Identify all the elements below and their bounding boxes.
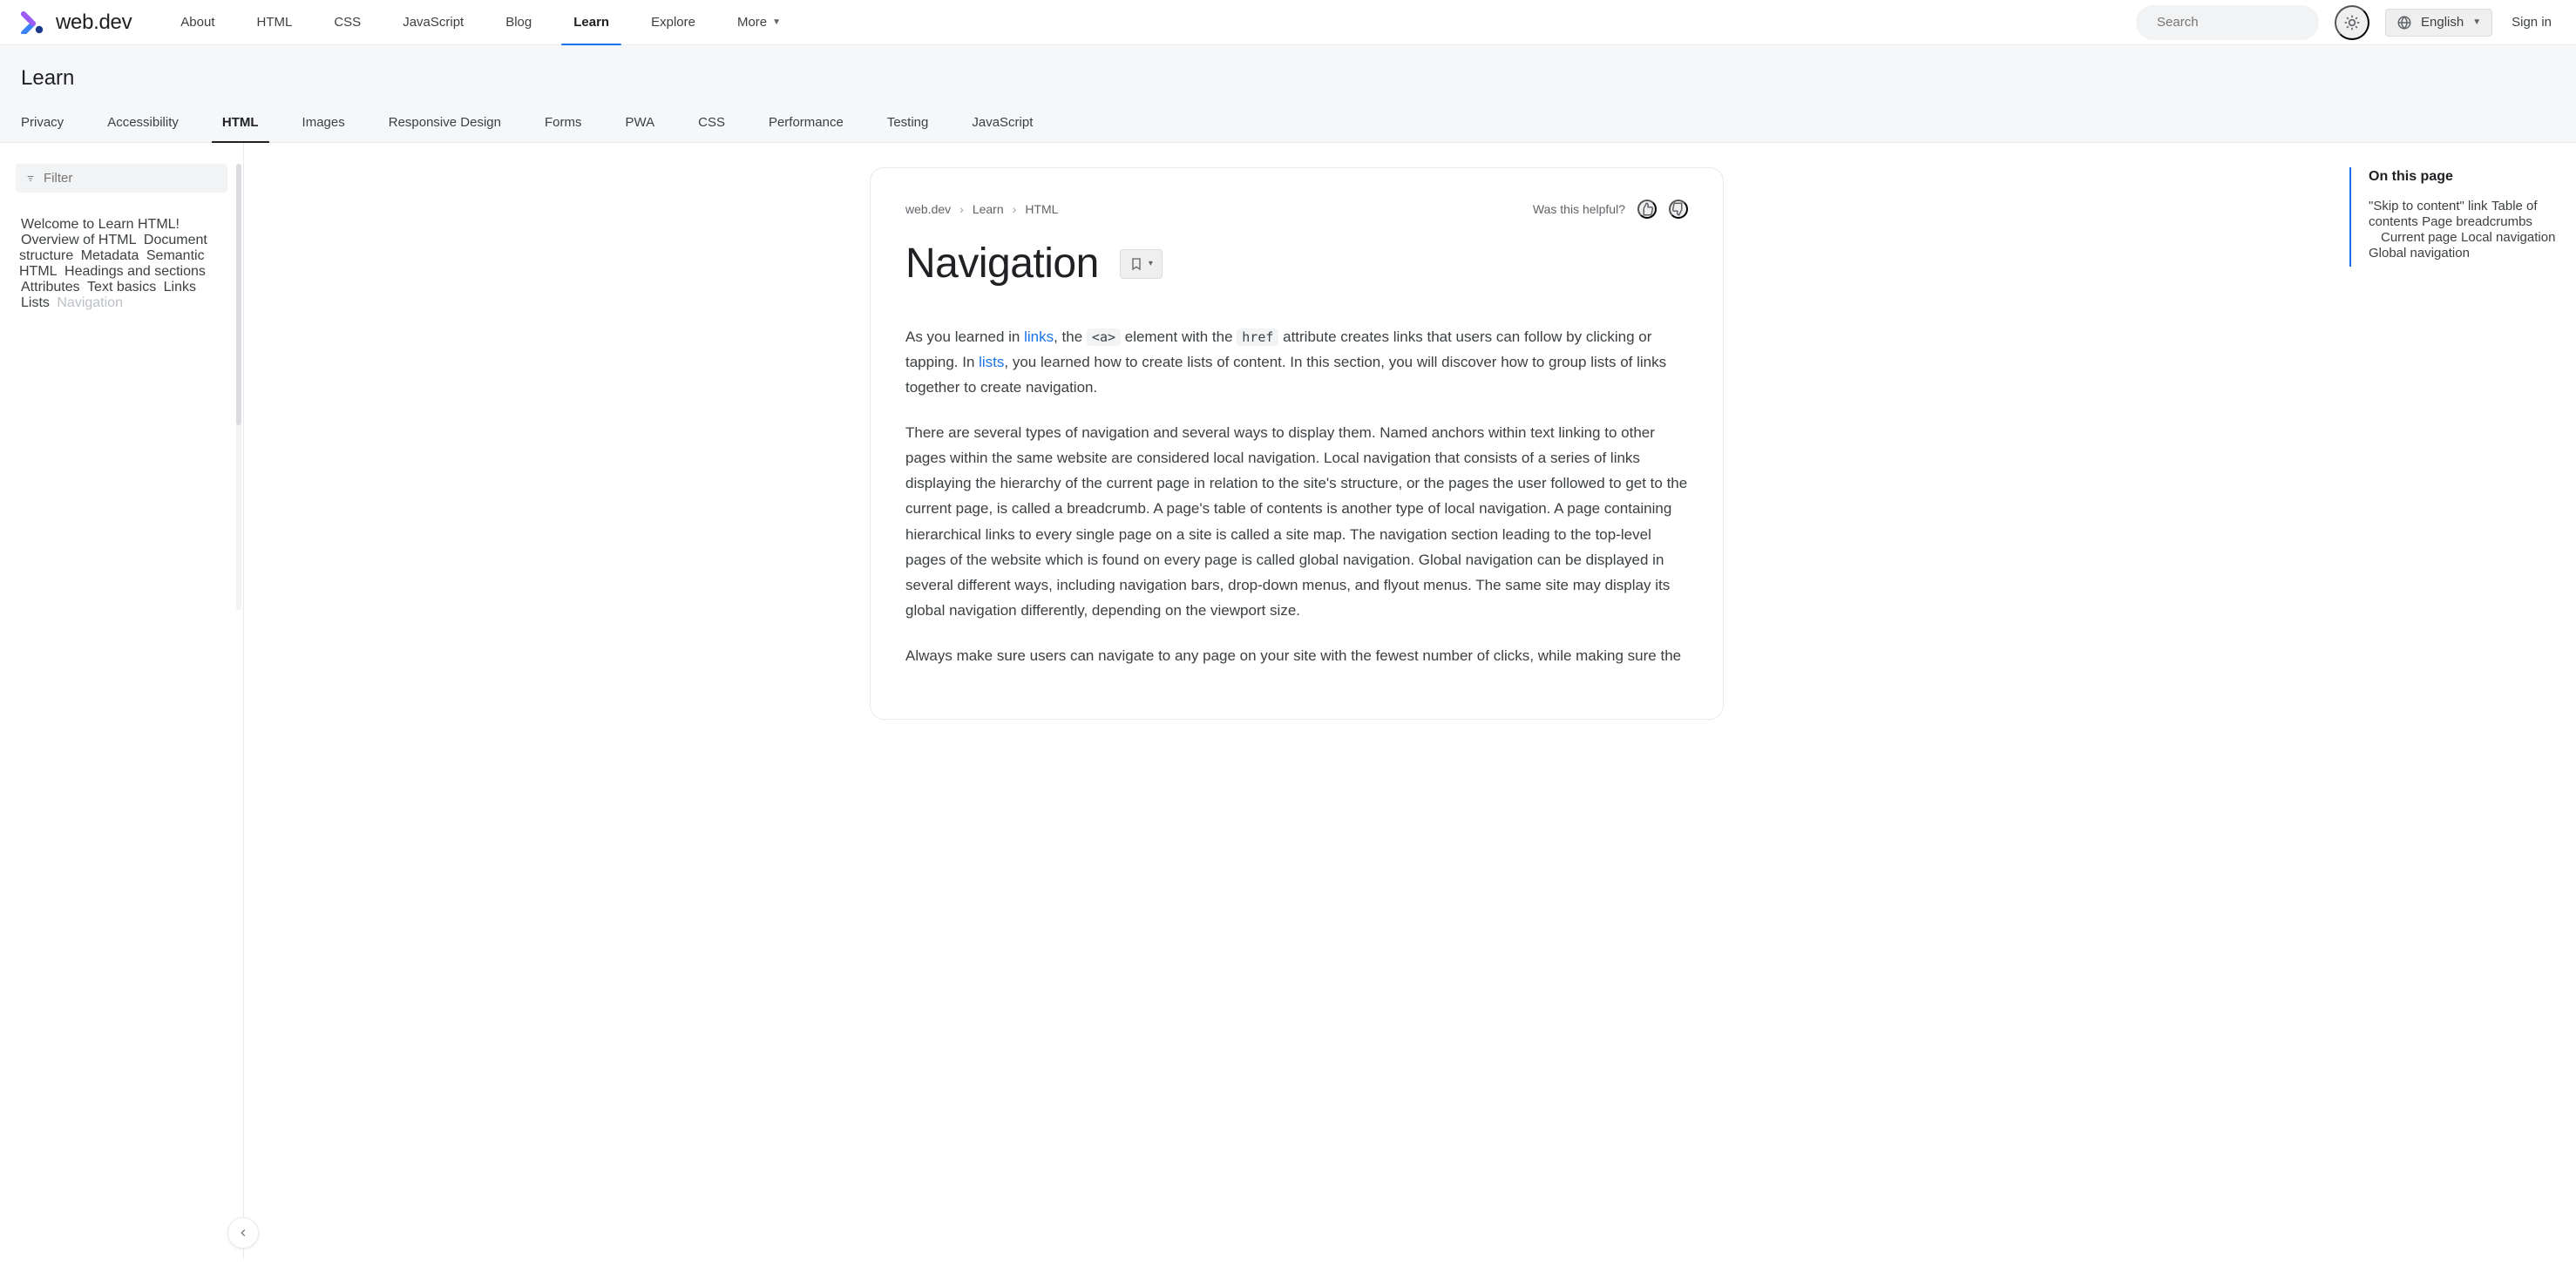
nav-learn[interactable]: Learn <box>573 0 609 44</box>
topbar: web.dev About HTML CSS JavaScript Blog L… <box>0 0 2576 45</box>
nav-about[interactable]: About <box>180 0 214 44</box>
sidebar-scrollbar[interactable] <box>236 164 241 610</box>
chevron-right-icon: › <box>1013 202 1017 216</box>
chevron-right-icon: › <box>959 202 964 216</box>
thumbs-down-icon <box>1671 201 1686 217</box>
nav-more-label: More <box>737 15 767 30</box>
thumbs-up-button[interactable] <box>1637 200 1657 219</box>
top-nav: About HTML CSS JavaScript Blog Learn Exp… <box>180 0 2129 44</box>
toc-title: On this page <box>2369 169 2559 185</box>
link-links[interactable]: links <box>1024 328 1054 345</box>
code-a-tag: <a> <box>1087 328 1121 346</box>
chevron-down-icon: ▾ <box>1149 259 1153 268</box>
toc-item-local-nav[interactable]: Local navigation <box>2461 221 2555 254</box>
tab-html[interactable]: HTML <box>222 115 259 142</box>
tab-pwa[interactable]: PWA <box>625 115 654 142</box>
sidebar-item[interactable]: Links <box>162 271 198 303</box>
nav-html[interactable]: HTML <box>257 0 293 44</box>
sidebar-item[interactable]: Lists <box>19 287 51 319</box>
brand-link[interactable]: web.dev <box>21 10 132 35</box>
sidebar-collapse-button[interactable] <box>227 1217 259 1249</box>
paragraph: Always make sure users can navigate to a… <box>905 643 1688 668</box>
chevron-down-icon: ▼ <box>772 17 781 27</box>
sign-in-link[interactable]: Sign in <box>2508 15 2555 30</box>
article-body: As you learned in links, the <a> element… <box>905 324 1688 668</box>
crumb-learn[interactable]: Learn <box>973 202 1004 216</box>
tab-forms[interactable]: Forms <box>545 115 582 142</box>
search-input[interactable] <box>2157 15 2330 30</box>
nav-css[interactable]: CSS <box>334 0 361 44</box>
link-lists[interactable]: lists <box>979 354 1004 370</box>
right-toc: On this page "Skip to content" link Tabl… <box>2349 143 2576 1259</box>
tab-responsive-design[interactable]: Responsive Design <box>389 115 501 142</box>
learn-subtabs: Privacy Accessibility HTML Images Respon… <box>21 115 2555 142</box>
brand-name: web.dev <box>56 10 132 35</box>
search-pill[interactable]: / <box>2136 5 2319 40</box>
paragraph: There are several types of navigation an… <box>905 420 1688 624</box>
tab-performance[interactable]: Performance <box>769 115 844 142</box>
article-wrap: web.dev › Learn › HTML Was this helpful? <box>244 143 2349 1259</box>
crumb-html[interactable]: HTML <box>1025 202 1058 216</box>
sidebar-item[interactable]: Navigation <box>55 287 125 319</box>
sidebar-filter-input[interactable] <box>44 171 217 186</box>
helpful-widget: Was this helpful? <box>1533 200 1688 219</box>
chevron-left-icon <box>237 1227 249 1239</box>
thumbs-up-icon <box>1639 201 1655 217</box>
tab-images[interactable]: Images <box>302 115 345 142</box>
helpful-label: Was this helpful? <box>1533 202 1625 216</box>
page-title: Navigation <box>905 240 1099 288</box>
nav-more[interactable]: More ▼ <box>737 0 781 44</box>
filter-icon <box>26 173 35 185</box>
thumbs-down-button[interactable] <box>1669 200 1688 219</box>
paragraph: As you learned in links, the <a> element… <box>905 324 1688 401</box>
sun-icon <box>2343 14 2361 31</box>
bookmark-icon <box>1129 257 1143 271</box>
theme-toggle-button[interactable] <box>2335 5 2369 40</box>
tab-privacy[interactable]: Privacy <box>21 115 64 142</box>
nav-javascript[interactable]: JavaScript <box>403 0 464 44</box>
sidebar-scrollbar-thumb[interactable] <box>236 164 241 425</box>
tab-javascript[interactable]: JavaScript <box>972 115 1033 142</box>
subheader: Learn Privacy Accessibility HTML Images … <box>0 45 2576 143</box>
top-right: / English ▼ Sign in <box>2136 5 2555 40</box>
globe-icon <box>2396 15 2412 30</box>
language-selector[interactable]: English ▼ <box>2385 9 2492 37</box>
sidebar-filter[interactable] <box>16 164 227 193</box>
chevron-down-icon: ▼ <box>2472 17 2481 27</box>
nav-blog[interactable]: Blog <box>505 0 532 44</box>
left-sidebar: Welcome to Learn HTML! Overview of HTML … <box>0 143 244 1259</box>
tab-testing[interactable]: Testing <box>887 115 929 142</box>
bookmark-button[interactable]: ▾ <box>1120 249 1163 279</box>
article: web.dev › Learn › HTML Was this helpful? <box>870 167 1724 720</box>
toc-item-global-nav[interactable]: Global navigation <box>2369 237 2470 269</box>
crumb-webdev[interactable]: web.dev <box>905 202 951 216</box>
breadcrumb: web.dev › Learn › HTML <box>905 202 1058 216</box>
nav-explore[interactable]: Explore <box>651 0 695 44</box>
tab-css[interactable]: CSS <box>698 115 725 142</box>
subheader-title: Learn <box>21 66 2555 91</box>
brand-logo-icon <box>21 11 47 34</box>
language-label: English <box>2421 15 2464 30</box>
tab-accessibility[interactable]: Accessibility <box>107 115 179 142</box>
sidebar-list: Welcome to Learn HTML! Overview of HTML … <box>16 203 227 325</box>
code-href: href <box>1237 328 1278 346</box>
